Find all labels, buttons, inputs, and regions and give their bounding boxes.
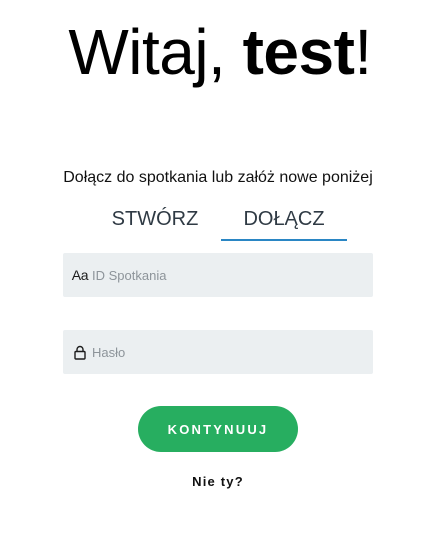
- continue-button[interactable]: KONTYNUUJ: [138, 406, 298, 452]
- tab-join[interactable]: DOŁĄCZ: [221, 205, 347, 241]
- password-input[interactable]: [92, 330, 362, 374]
- greeting-suffix: !: [354, 16, 372, 88]
- tab-create[interactable]: STWÓRZ: [95, 205, 215, 241]
- join-meeting-page: Witaj, test! Dołącz do spotkania lub zał…: [0, 0, 440, 551]
- meeting-id-field[interactable]: Aa: [63, 253, 373, 297]
- instruction-text: Dołącz do spotkania lub załóż nowe poniż…: [63, 169, 373, 186]
- not-you-link[interactable]: Nie ty?: [0, 474, 436, 489]
- text-format-icon: Aa: [71, 267, 89, 283]
- greeting-heading: Witaj, test!: [0, 14, 440, 90]
- greeting-prefix: Witaj,: [68, 16, 243, 88]
- password-field[interactable]: [63, 330, 373, 374]
- mode-tabs: STWÓRZ DOŁĄCZ: [95, 205, 347, 241]
- meeting-id-input[interactable]: [92, 253, 362, 297]
- lock-icon: [69, 330, 91, 374]
- greeting-username: test: [242, 16, 355, 88]
